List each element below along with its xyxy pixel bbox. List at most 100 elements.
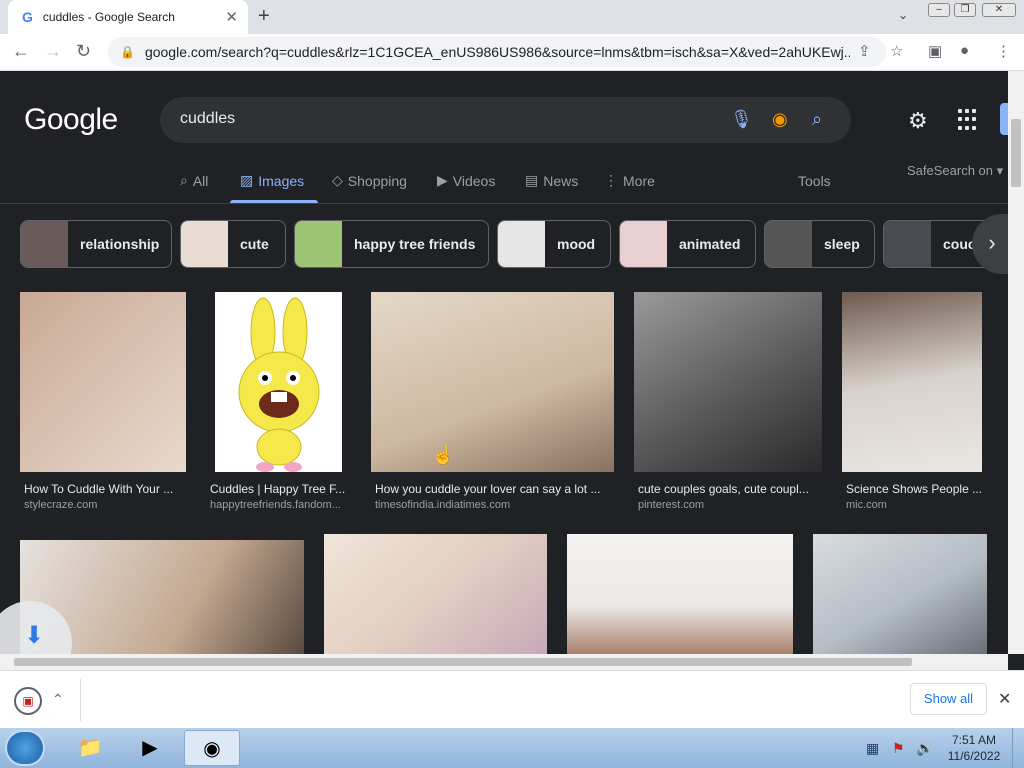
tab-title: cuddles - Google Search <box>42 10 175 24</box>
result-title[interactable]: Cuddles | Happy Tree F... <box>210 482 354 496</box>
result-image[interactable] <box>371 292 614 472</box>
result-image[interactable] <box>813 534 987 654</box>
google-lens-icon[interactable]: ◉ <box>772 109 788 130</box>
result-image[interactable] <box>324 534 547 654</box>
chip-label: mood <box>557 236 596 252</box>
google-images-page: Google cuddles 🎙 ◉ ⌕ ⚙ ⌕ All ▨ Images ◇ Sho… <box>0 71 1008 654</box>
url-text[interactable]: google.com/search?q=cuddles&rlz=1C1GCEA_… <box>145 44 850 60</box>
tab-more[interactable]: ⋮ More <box>604 172 655 189</box>
result-title[interactable]: How you cuddle your lover can say a lot … <box>375 482 615 496</box>
chip-sleep[interactable]: sleep <box>764 220 875 268</box>
tab-label: All <box>192 172 209 189</box>
result-source[interactable]: mic.com <box>846 499 986 511</box>
menu-kebab-icon[interactable]: ⋮ <box>996 42 1011 60</box>
divider <box>0 203 1008 204</box>
tools-button[interactable]: Tools <box>798 173 831 189</box>
tab-label: More <box>623 172 655 189</box>
chip-happy-tree-friends[interactable]: happy tree friends <box>294 220 489 268</box>
show-desktop-button[interactable] <box>1012 728 1024 768</box>
chip-animated[interactable]: animated <box>619 220 756 268</box>
chrome-taskbar-icon[interactable]: ◉ <box>184 730 240 766</box>
result-image[interactable] <box>567 534 793 654</box>
start-button[interactable] <box>5 730 45 766</box>
chip-mood[interactable]: mood <box>497 220 611 268</box>
tab-search-chevron-icon[interactable]: ⌄ <box>898 8 908 22</box>
bunny-illustration <box>238 297 320 472</box>
show-all-button[interactable]: Show all <box>910 683 987 715</box>
scrollbar-thumb[interactable] <box>14 658 912 666</box>
result-source[interactable]: happytreefriends.fandom... <box>210 499 354 511</box>
chip-relationship[interactable]: relationship <box>20 220 172 268</box>
divider <box>80 679 81 721</box>
close-icon[interactable]: ✕ <box>998 689 1011 709</box>
browser-tab[interactable]: G cuddles - Google Search ✕ <box>8 0 248 34</box>
result-source[interactable]: pinterest.com <box>638 499 822 511</box>
restore-button[interactable]: ❐ <box>954 3 976 17</box>
chip-thumbnail <box>21 221 68 267</box>
chip-label: happy tree friends <box>354 236 476 252</box>
tab-news[interactable]: ▤ News <box>525 172 578 189</box>
hand-cursor-icon: ☝ <box>432 445 455 465</box>
google-apps-icon[interactable] <box>958 109 980 131</box>
google-logo[interactable]: Google <box>24 103 118 137</box>
close-window-button[interactable]: ✕ <box>982 3 1016 17</box>
scrollbar-thumb[interactable] <box>1011 119 1021 187</box>
windows-taskbar: 📁 ▶ ◉ ▦ ⚑ 🔊 7:51 AM 11/6/2022 <box>0 728 1024 768</box>
result-source[interactable]: stylecraze.com <box>24 499 184 511</box>
microphone-icon[interactable]: 🎙 <box>730 109 753 130</box>
result-image[interactable] <box>215 292 342 472</box>
result-image[interactable] <box>634 292 822 472</box>
tab-images[interactable]: ▨ Images <box>240 172 304 189</box>
chip-cute[interactable]: cute <box>180 220 286 268</box>
tab-all[interactable]: ⌕ All <box>180 172 208 189</box>
back-icon[interactable]: ← <box>12 41 30 62</box>
system-clock[interactable]: 7:51 AM 11/6/2022 <box>944 732 1004 764</box>
clock-date: 11/6/2022 <box>947 749 1001 763</box>
lock-icon[interactable]: 🔒 <box>120 45 135 59</box>
media-player-icon[interactable]: ▶ <box>122 730 178 766</box>
file-explorer-icon[interactable]: 📁 <box>62 730 118 766</box>
volume-icon[interactable]: 🔊 <box>916 740 933 757</box>
horizontal-scrollbar[interactable] <box>0 654 1008 670</box>
chevron-up-icon[interactable]: ⌃ <box>52 691 64 708</box>
tab-label: Shopping <box>347 172 407 189</box>
chip-thumbnail <box>295 221 342 267</box>
tab-label: Images <box>258 172 305 189</box>
chip-thumbnail <box>181 221 228 267</box>
vertical-scrollbar[interactable] <box>1008 71 1024 654</box>
clock-time: 7:51 AM <box>951 733 997 747</box>
reload-icon[interactable]: ↻ <box>76 41 91 62</box>
tab-videos[interactable]: ▶ Videos <box>437 172 495 189</box>
result-title[interactable]: Science Shows People ... <box>846 482 986 496</box>
search-icon[interactable]: ⌕ <box>812 109 822 130</box>
result-title[interactable]: cute couples goals, cute coupl... <box>638 482 822 496</box>
bookmark-star-icon[interactable]: ☆ <box>890 42 903 60</box>
forward-icon[interactable]: → <box>44 41 62 62</box>
sign-in-button[interactable] <box>1000 103 1008 135</box>
close-tab-icon[interactable]: ✕ <box>225 8 238 26</box>
download-item-icon[interactable]: ▣ <box>14 687 42 715</box>
result-source[interactable]: timesofindia.indiatimes.com <box>375 499 615 511</box>
browser-titlebar: G cuddles - Google Search ✕ + ⌄ – ❐ ✕ <box>0 0 1024 34</box>
result-title[interactable]: How To Cuddle With Your ... <box>24 482 184 496</box>
tab-label: Videos <box>452 172 496 189</box>
browser-toolbar: ← → ↻ 🔒 google.com/search?q=cuddles&rlz=… <box>0 34 1024 71</box>
tab-shopping[interactable]: ◇ Shopping <box>332 172 407 189</box>
chip-label: cute <box>240 236 269 252</box>
side-panel-icon[interactable]: ▣ <box>928 42 942 60</box>
result-image[interactable] <box>20 292 186 472</box>
play-icon: ▶ <box>437 172 448 188</box>
new-tab-button[interactable]: + <box>258 5 270 28</box>
result-image[interactable] <box>842 292 982 472</box>
share-icon[interactable]: ⇪ <box>858 42 871 60</box>
profile-avatar-icon[interactable]: ● <box>960 42 969 59</box>
search-icon: ⌕ <box>180 172 188 188</box>
minimize-button[interactable]: – <box>928 3 950 17</box>
settings-gear-icon[interactable]: ⚙ <box>908 108 928 134</box>
search-box[interactable]: cuddles 🎙 ◉ ⌕ <box>160 97 851 143</box>
search-input[interactable]: cuddles <box>180 110 235 128</box>
safesearch-toggle[interactable]: SafeSearch on ▾ <box>907 163 1003 179</box>
action-center-icon[interactable]: ⚑ <box>892 740 905 757</box>
network-icon[interactable]: ▦ <box>866 740 879 757</box>
address-bar[interactable]: 🔒 google.com/search?q=cuddles&rlz=1C1GCE… <box>108 37 886 67</box>
